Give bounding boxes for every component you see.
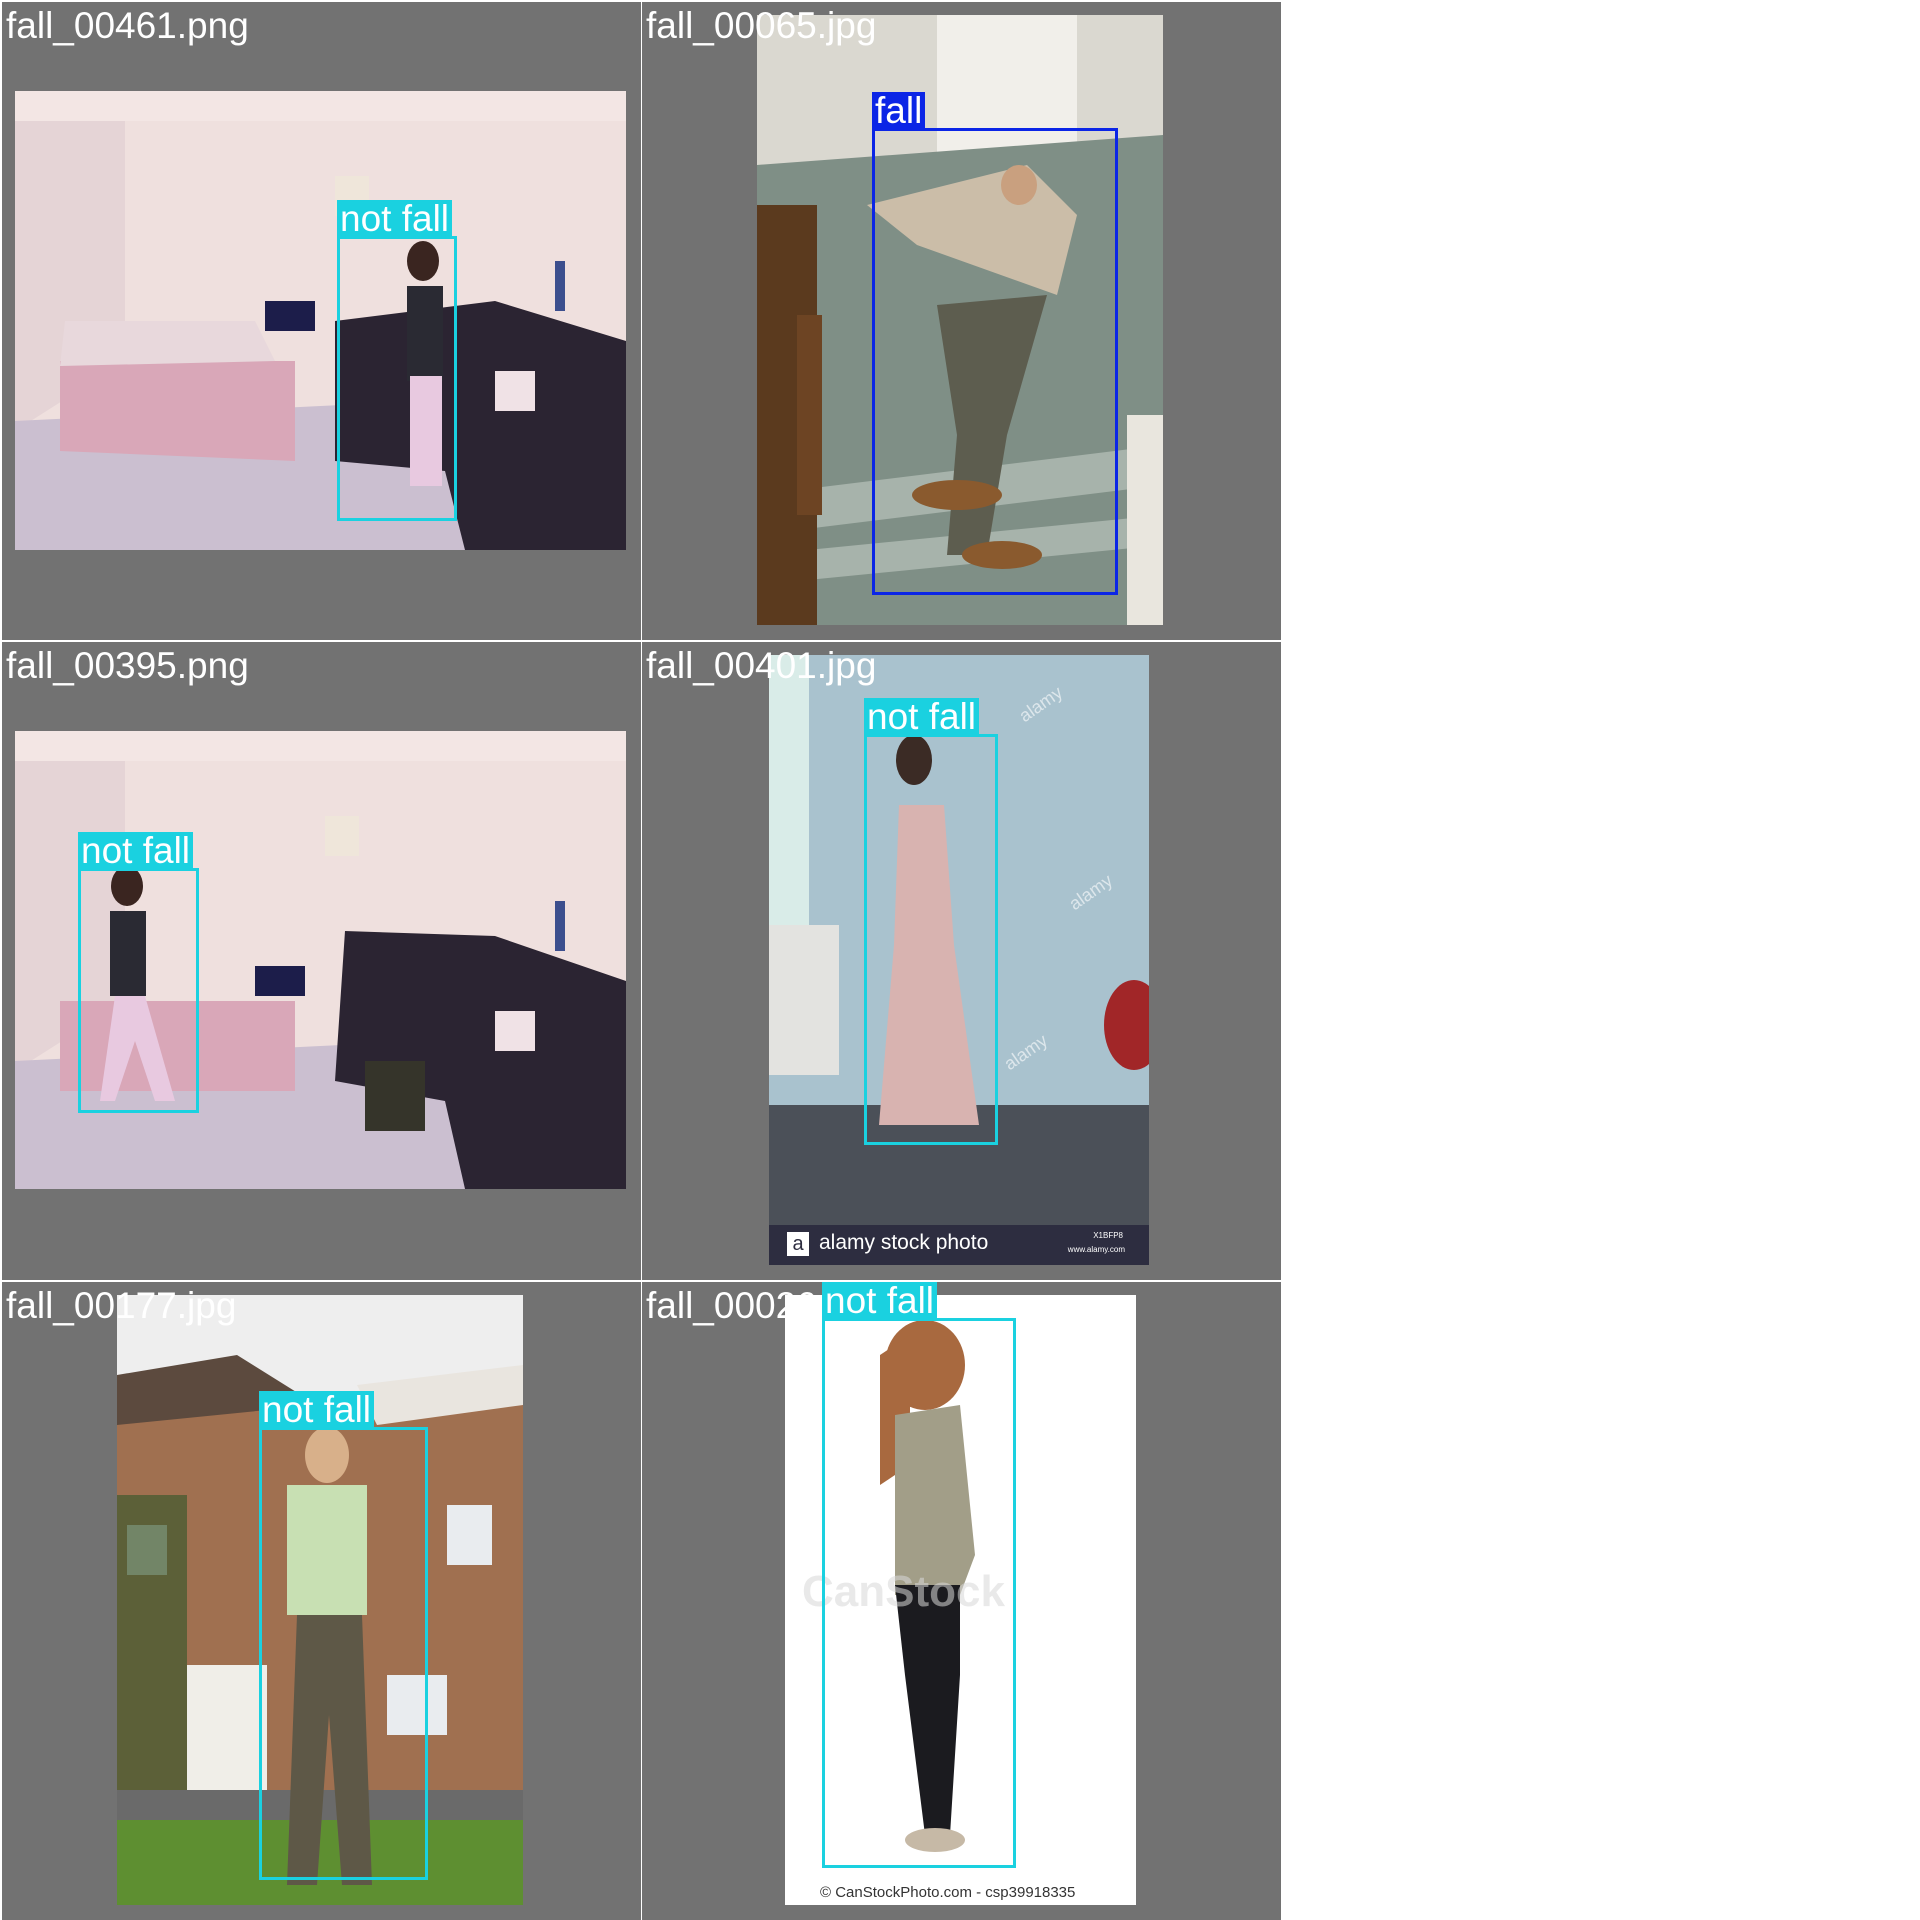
- tile-fall-00177: fall_00177.jpg not fall: [2, 1282, 641, 1920]
- bbox-not-fall: [259, 1427, 428, 1880]
- bbox-not-fall: [822, 1318, 1016, 1868]
- bbox-not-fall: [864, 734, 998, 1145]
- tile-fall-00026: fall_00026.jpg CanStock © CanStockPhoto.…: [642, 1282, 1281, 1920]
- bbox-not-fall: [78, 868, 199, 1113]
- detection-label: fall: [872, 92, 926, 130]
- image-grid: fall_00461.png not fall fall_00065.jpg f…: [0, 0, 1281, 1920]
- tile-fall-00065: fall_00065.jpg fall: [642, 2, 1281, 640]
- tile-fall-00401: fall_00401.jpg alamy alamy alamy a alamy…: [642, 642, 1281, 1280]
- tile-fall-00461: fall_00461.png not fall: [2, 2, 641, 640]
- detection-label: not fall: [864, 698, 980, 736]
- watermark-url: www.alamy.com: [1067, 1245, 1125, 1254]
- detection-label: not fall: [78, 832, 194, 870]
- detection-label: not fall: [337, 200, 453, 238]
- bbox-not-fall: [337, 236, 457, 521]
- filename-label: fall_00401.jpg: [646, 645, 877, 686]
- filename-label: fall_00461.png: [6, 5, 249, 46]
- filename-label: fall_00065.jpg: [646, 5, 877, 46]
- detection-label: not fall: [822, 1282, 938, 1320]
- detection-label: not fall: [259, 1391, 375, 1429]
- filename-label: fall_00395.png: [6, 645, 249, 686]
- watermark-credit: © CanStockPhoto.com - csp39918335: [820, 1884, 1076, 1901]
- tile-fall-00395: fall_00395.png not fall: [2, 642, 641, 1280]
- watermark-brand: alamy stock photo: [819, 1231, 989, 1254]
- watermark-code: X1BFP8: [1093, 1231, 1123, 1240]
- bbox-fall: [872, 128, 1118, 595]
- room-photo: [15, 91, 626, 550]
- alamy-banner: a alamy stock photo X1BFP8 www.alamy.com: [769, 1225, 1149, 1265]
- filename-label: fall_00177.jpg: [6, 1285, 237, 1326]
- alamy-logo-icon: a: [787, 1232, 809, 1256]
